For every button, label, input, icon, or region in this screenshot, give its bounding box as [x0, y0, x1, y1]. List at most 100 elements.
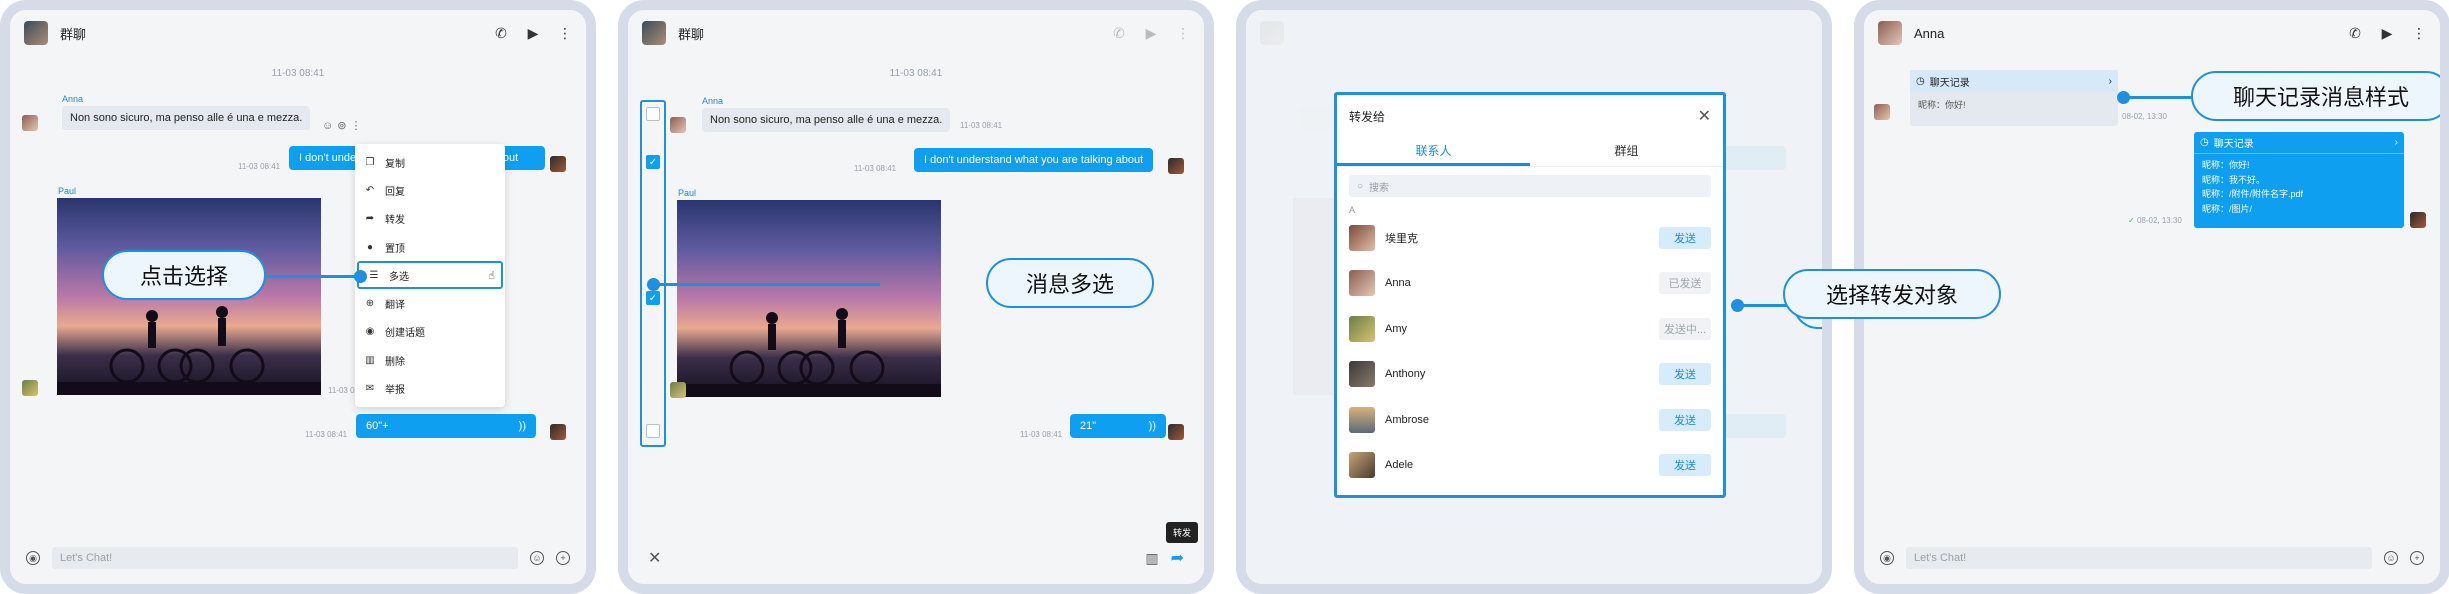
- menu-item-create-topic[interactable]: ◉ 创建话题: [355, 318, 505, 346]
- avatar[interactable]: [550, 424, 566, 440]
- trash-icon[interactable]: ▥: [1145, 550, 1158, 567]
- chat-title: Anna: [1914, 25, 1945, 41]
- record-title: 聊天记录: [2213, 139, 2254, 150]
- close-icon[interactable]: ✕: [648, 548, 661, 568]
- message-time: ✓ 08-02, 13:30: [2128, 216, 2182, 225]
- close-icon[interactable]: ✕: [1698, 106, 1711, 126]
- message-time: 11-03 08:41: [305, 430, 348, 439]
- avatar[interactable]: [550, 156, 566, 172]
- message-bubble-out[interactable]: I don't understand what you are talking …: [914, 148, 1154, 172]
- checkbox-column-highlight: [640, 100, 666, 447]
- forward-icon[interactable]: ➦: [1171, 548, 1184, 568]
- voice-wave-icon: )): [1148, 420, 1156, 432]
- plus-icon[interactable]: +: [556, 551, 570, 565]
- contact-row[interactable]: Anthony 发送: [1337, 352, 1723, 398]
- chat-record-card-out[interactable]: ◷ 聊天记录 › 昵称：你好! 昵称：我不好。 昵称：/附件/附件名字.pdf 昵称…: [2194, 132, 2404, 228]
- contact-name: Anthony: [1385, 368, 1426, 381]
- sender-name: Anna: [702, 96, 724, 106]
- search-input[interactable]: ○ 搜索: [1349, 175, 1711, 197]
- reaction-icons[interactable]: ☺⊚⋮: [322, 119, 365, 132]
- group-avatar[interactable]: [24, 21, 48, 45]
- send-button[interactable]: 发送: [1659, 226, 1711, 249]
- translate-icon: ⊕: [365, 298, 375, 310]
- voice-message[interactable]: 21")): [1070, 414, 1166, 438]
- chat-header: 群聊 ✆ ▶ ⋮: [10, 10, 586, 56]
- message-time: 11-03 08:41: [238, 162, 281, 171]
- callout-label: 点击选择: [102, 250, 266, 300]
- message-bubble[interactable]: Non sono sicuro, ma penso alle é una e m…: [62, 106, 311, 130]
- message-input[interactable]: Let's Chat!: [1906, 547, 2372, 569]
- tab-groups[interactable]: 群组: [1530, 137, 1723, 166]
- chat-title: 群聊: [60, 26, 87, 42]
- contact-name: Amy: [1385, 322, 1407, 335]
- menu-item-report[interactable]: ✉ 举报: [355, 374, 505, 402]
- contact-row[interactable]: 埃里克 发送: [1337, 215, 1723, 261]
- phone-icon[interactable]: ✆: [494, 25, 508, 42]
- contact-row[interactable]: Amy 发送中...: [1337, 306, 1723, 352]
- send-button[interactable]: 发送: [1659, 363, 1711, 386]
- avatar[interactable]: [670, 382, 686, 398]
- contact-row[interactable]: Anna 已发送: [1337, 261, 1723, 307]
- menu-item-forward[interactable]: ➦ 转发: [355, 205, 505, 233]
- group-avatar[interactable]: [642, 21, 666, 45]
- contact-row[interactable]: Adele 发送: [1337, 443, 1723, 489]
- emoji-icon[interactable]: ☺: [2384, 551, 2398, 565]
- avatar[interactable]: [1168, 158, 1184, 174]
- plus-icon[interactable]: +: [2410, 551, 2424, 565]
- contact-row[interactable]: Ambrose 发送: [1337, 397, 1723, 443]
- voice-wave-icon: )): [518, 420, 526, 432]
- section-letter: A: [1349, 205, 1356, 215]
- clock-icon: ◷: [1916, 75, 1925, 87]
- menu-item-multiselect[interactable]: ☰ 多选 ☝: [357, 261, 503, 290]
- avatar[interactable]: [670, 117, 686, 133]
- panel-forward-dialog: 转发给 ✕ 联系人 群组 ○ 搜索 A 埃里克 发送 Anna 已发送 Amy 发送中.…: [1236, 0, 1832, 594]
- dialog-header: 转发给 ✕: [1337, 95, 1723, 137]
- phone-icon: ✆: [1113, 24, 1125, 41]
- avatar[interactable]: [2410, 212, 2426, 228]
- tooltip: 转发: [1166, 522, 1199, 543]
- timestamp: 11-03 08:41: [889, 68, 943, 79]
- avatar[interactable]: [22, 115, 38, 131]
- multiselect-bar: ✕ ▥ ➦: [628, 532, 1204, 584]
- menu-item-translate[interactable]: ⊕ 翻译: [355, 289, 505, 317]
- topic-icon: ◉: [365, 326, 375, 338]
- voice-duration: 60"+: [366, 420, 389, 432]
- message-bubble[interactable]: Non sono sicuro, ma penso alle é una e m…: [702, 108, 951, 132]
- callout-label: 聊天记录消息样式: [2191, 71, 2440, 121]
- message-time: 11-03 08:41: [960, 121, 1003, 130]
- copy-icon: ❐: [365, 156, 375, 168]
- send-button[interactable]: 发送: [1659, 454, 1711, 477]
- message-input[interactable]: Let's Chat!: [52, 547, 518, 569]
- menu-item-delete[interactable]: ▥ 删除: [355, 346, 505, 374]
- tab-contacts[interactable]: 联系人: [1337, 137, 1530, 166]
- avatar[interactable]: [22, 380, 38, 396]
- menu-item-reply[interactable]: ↶ 回复: [355, 176, 505, 204]
- callout-line: [260, 275, 360, 278]
- contact-avatar[interactable]: [1878, 21, 1902, 45]
- record-line: 昵称：/附件/附件名字.pdf: [2202, 189, 2304, 199]
- video-icon[interactable]: ▶: [526, 25, 540, 42]
- more-icon[interactable]: ⋮: [2412, 25, 2426, 42]
- phone-icon[interactable]: ✆: [2348, 25, 2362, 42]
- chat-record-card-in[interactable]: ◷ 聊天记录 › 昵称：你好!: [1910, 70, 2118, 126]
- panel-multiselect: 群聊 ✆ ▶ ⋮ 11-03 08:41 Anna Non sono sicur…: [618, 0, 1214, 594]
- menu-item-pin[interactable]: ● 置顶: [355, 233, 505, 261]
- avatar: [1349, 452, 1375, 479]
- voice-toggle-icon[interactable]: ◉: [26, 551, 40, 565]
- voice-toggle-icon[interactable]: ◉: [1880, 551, 1894, 565]
- send-button[interactable]: 发送: [1659, 408, 1711, 431]
- photo-message[interactable]: [677, 200, 941, 397]
- avatar[interactable]: [1874, 104, 1890, 120]
- read-check-icon: ✓: [2128, 216, 2137, 225]
- emoji-icon[interactable]: ☺: [530, 551, 544, 565]
- video-icon[interactable]: ▶: [2380, 25, 2394, 42]
- more-icon[interactable]: ⋮: [558, 25, 572, 42]
- avatar[interactable]: [1168, 424, 1184, 440]
- panel-context-menu: 群聊 ✆ ▶ ⋮ 11-03 08:41 Anna Non sono sicur…: [0, 0, 596, 594]
- menu-item-copy[interactable]: ❐ 复制: [355, 148, 505, 176]
- message-time: 11-03 08:41: [1020, 430, 1063, 439]
- dialog-title: 转发给: [1349, 109, 1386, 124]
- search-icon: ○: [1357, 180, 1364, 192]
- voice-message[interactable]: 60"+)): [356, 414, 536, 438]
- callout-line: [658, 283, 880, 286]
